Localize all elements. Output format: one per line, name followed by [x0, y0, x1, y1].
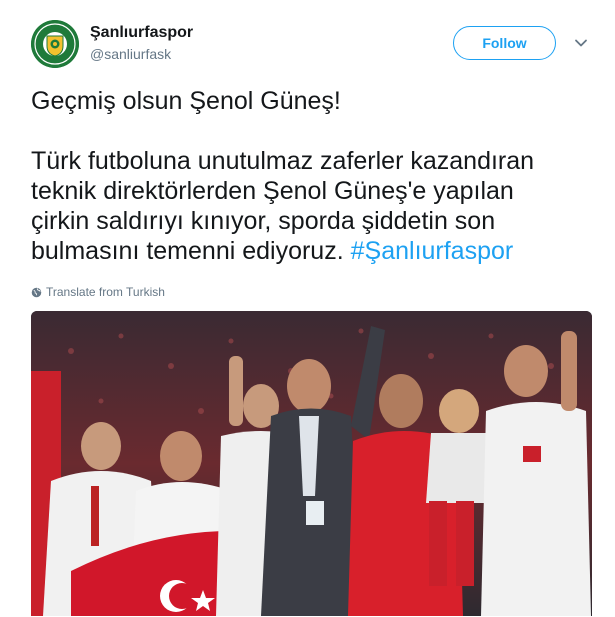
globe-icon — [31, 287, 42, 297]
tweet-text: Geçmiş olsun Şenol Güneş! Türk futboluna… — [31, 86, 591, 266]
club-logo-icon — [31, 20, 79, 68]
account-handle[interactable]: @sanliurfask — [90, 46, 171, 62]
tweet-line-text: bulmasını temenni ediyoruz. — [31, 237, 344, 265]
translate-link[interactable]: Translate from Turkish — [31, 285, 165, 299]
tweet-line: Geçmiş olsun Şenol Güneş! — [31, 87, 341, 115]
translate-label: Translate from Turkish — [46, 285, 165, 299]
hashtag-link[interactable]: #Şanlıurfaspor — [351, 237, 514, 265]
tweet-photo[interactable] — [31, 311, 592, 616]
chevron-down-icon[interactable] — [574, 36, 588, 50]
follow-button[interactable]: Follow — [453, 26, 556, 60]
tweet-line-last: bulmasını temenni ediyoruz. #Şanlıurfasp… — [31, 236, 591, 266]
tweet-line: çirkin saldırıyı kınıyor, sporda şiddeti… — [31, 207, 496, 235]
tweet-line: Türk futboluna unutulmaz zaferler kazand… — [31, 147, 535, 175]
tweet: Şanlıurfaspor @sanliurfask Follow Geçmiş… — [0, 0, 615, 617]
account-name[interactable]: Şanlıurfaspor — [90, 24, 193, 42]
team-celebration-photo — [31, 311, 592, 616]
tweet-line: teknik direktörlerden Şenol Güneş'e yapı… — [31, 177, 514, 205]
club-logo-avatar[interactable] — [31, 20, 79, 68]
